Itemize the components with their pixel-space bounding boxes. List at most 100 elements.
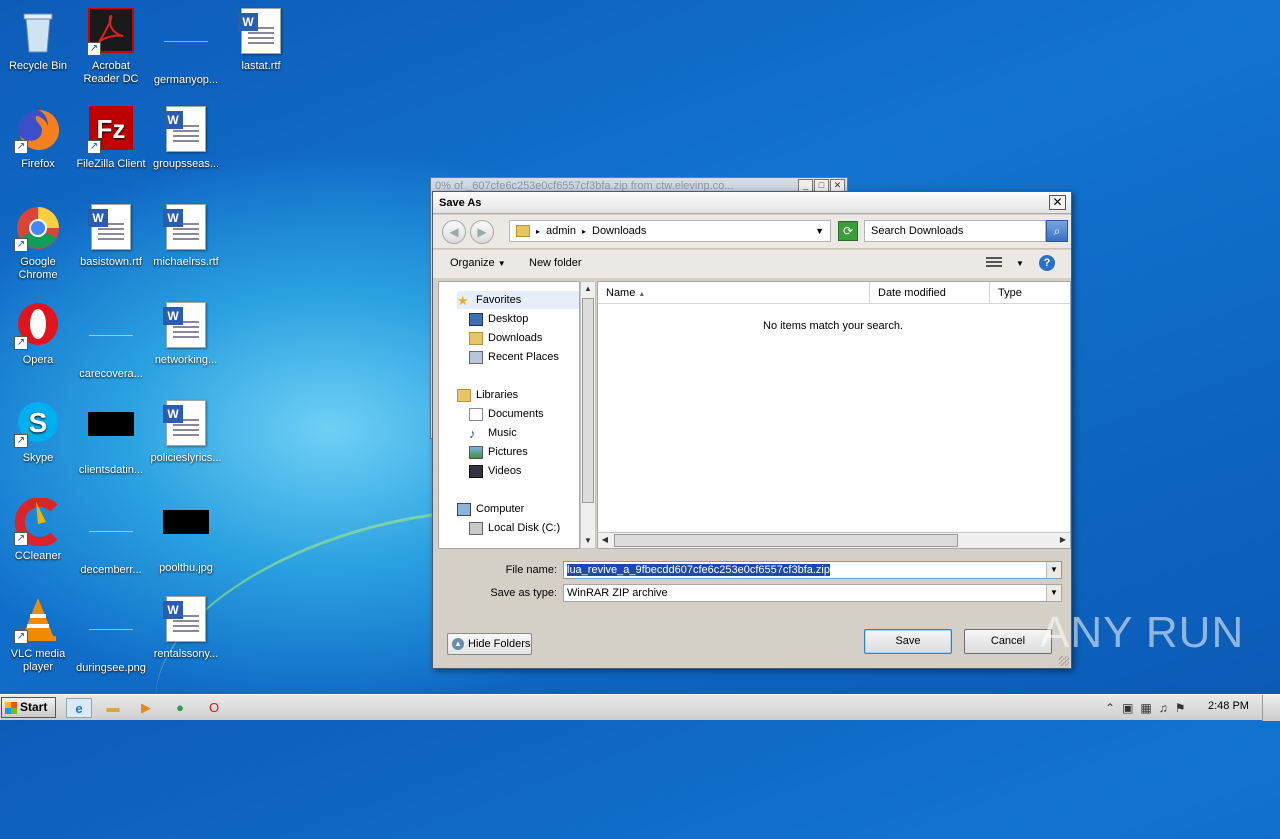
desktop-icon-ccleaner[interactable]: ↗ CCleaner [0, 497, 76, 563]
desktop-icon-decemberr[interactable]: decemberr... [73, 498, 149, 577]
desktop-icon-rentalssony[interactable]: W rentalssony... [148, 596, 224, 661]
network-icon[interactable]: ▦ [1140, 698, 1151, 718]
nav-favorites[interactable]: ★ Favorites [457, 291, 579, 309]
action-center-icon[interactable]: ▣ [1122, 698, 1133, 718]
breadcrumb[interactable]: ▸ admin ▸ Downloads ▼ [509, 220, 831, 242]
chevron-down-icon[interactable]: ▼ [1046, 562, 1061, 578]
help-icon[interactable]: ? [1039, 255, 1055, 271]
word-doc-icon: W [162, 204, 210, 252]
desktop-icon-germanyop[interactable]: germanyop... [148, 8, 224, 87]
volume-icon[interactable]: ♫ [1159, 698, 1168, 718]
view-options-icon[interactable] [986, 257, 1002, 269]
desktop-icon-chrome[interactable]: ↗ Google Chrome [0, 204, 76, 282]
desktop-icon-opera[interactable]: ↗ Opera [0, 302, 76, 367]
nav-label: Videos [488, 465, 522, 477]
nav-libraries[interactable]: Libraries [457, 386, 518, 404]
desktop-icon-vlc[interactable]: ↗ VLC media player [0, 596, 76, 674]
start-button[interactable]: Start [1, 697, 56, 718]
computer-icon [457, 502, 471, 516]
show-hidden-icons-icon[interactable]: ⌃ [1105, 698, 1115, 718]
filezilla-icon: Fz ↗ [87, 106, 135, 154]
file-list[interactable]: Name ▲ Date modified Type No items match… [597, 281, 1071, 549]
refresh-icon[interactable]: ⟳ [838, 221, 858, 241]
pictures-icon [469, 445, 483, 459]
organize-button[interactable]: Organize ▼ [450, 257, 506, 269]
flag-icon[interactable]: ⚑ [1175, 698, 1186, 718]
desktop-icon-label: duringsee.png [76, 662, 146, 674]
column-header-name[interactable]: Name ▲ [598, 282, 870, 304]
desktop-icon-label: FileZilla Client [76, 158, 146, 170]
nav-downloads[interactable]: Downloads [469, 329, 542, 347]
nav-pictures[interactable]: Pictures [469, 443, 528, 461]
chevron-down-icon[interactable]: ▼ [1016, 259, 1024, 268]
scroll-up-icon[interactable]: ▲ [581, 282, 595, 296]
hide-folders-button[interactable]: ▲ Hide Folders [447, 633, 532, 655]
desktop-icon-skype[interactable]: S ↗ Skype [0, 400, 76, 465]
shortcut-arrow-icon: ↗ [14, 238, 28, 252]
desktop-icon-networking[interactable]: W networking... [148, 302, 224, 367]
desktop-icon-poolthu[interactable]: poolthu.jpg [148, 498, 224, 575]
desktop-icon-acrobat[interactable]: ↗ Acrobat Reader DC [73, 7, 149, 86]
search-input[interactable]: Search Downloads [864, 220, 1046, 242]
scroll-down-icon[interactable]: ▼ [581, 534, 595, 548]
dialog-close-button[interactable]: ✕ [1049, 195, 1066, 210]
nav-desktop[interactable]: Desktop [469, 310, 528, 328]
nav-videos[interactable]: Videos [469, 462, 521, 480]
nav-music[interactable]: ♪ Music [469, 424, 517, 442]
word-doc-icon: W [162, 302, 210, 350]
column-header-date[interactable]: Date modified [870, 282, 990, 304]
media-player-icon[interactable]: ▶ [133, 698, 159, 718]
nav-recent-places[interactable]: Recent Places [469, 348, 559, 366]
desktop-icon-clientsdatin[interactable]: clientsdatin... [73, 400, 149, 477]
opera-taskbar-icon[interactable]: O [201, 698, 227, 718]
desktop-icon-label: VLC media player [10, 648, 66, 673]
desktop-icon-lastat[interactable]: W lastat.rtf [223, 8, 299, 73]
internet-explorer-icon[interactable]: e [66, 698, 92, 718]
file-list-scrollbar[interactable]: ◀ ▶ [598, 532, 1070, 548]
new-folder-button[interactable]: New folder [529, 257, 582, 269]
breadcrumb-admin[interactable]: admin [546, 225, 576, 237]
nav-local-disk[interactable]: Local Disk (C:) [469, 519, 560, 537]
chevron-down-icon[interactable]: ▼ [815, 226, 824, 236]
save-button[interactable]: Save [864, 629, 952, 654]
scroll-thumb[interactable] [582, 298, 594, 503]
image-file-icon [87, 412, 135, 460]
scroll-thumb[interactable] [614, 534, 958, 547]
breadcrumb-downloads[interactable]: Downloads [592, 225, 646, 237]
desktop-icon-groupsseas[interactable]: W groupsseas... [148, 106, 224, 171]
search-icon[interactable]: ⌕ [1046, 220, 1068, 242]
forward-arrow-icon[interactable]: ▶ [470, 220, 494, 244]
file-name-field[interactable]: lua_revive_a_9fbecdd607cfe6c253e0cf6557c… [563, 561, 1062, 579]
nav-scrollbar[interactable]: ▲ ▼ [580, 281, 596, 549]
file-explorer-icon[interactable]: ▬ [100, 698, 126, 718]
star-icon: ★ [457, 292, 469, 308]
blank-file-icon [87, 316, 135, 364]
nav-documents[interactable]: Documents [469, 405, 544, 423]
desktop-icon-filezilla[interactable]: Fz ↗ FileZilla Client [73, 106, 149, 171]
desktop-icon-recycle-bin[interactable]: Recycle Bin [0, 8, 76, 73]
desktop-icon-michaelrss[interactable]: W michaelrss.rtf [148, 204, 224, 269]
desktop-icon-label: CCleaner [14, 550, 62, 562]
column-header-type[interactable]: Type [990, 282, 1070, 304]
scroll-right-icon[interactable]: ▶ [1056, 533, 1070, 547]
desktop-icon-basistown[interactable]: W basistown.rtf [73, 204, 149, 269]
clock[interactable]: 2:48 PM [1208, 700, 1249, 712]
desktop-icon-firefox[interactable]: ↗ Firefox [0, 106, 76, 171]
show-desktop-button[interactable] [1262, 695, 1280, 721]
save-type-label: Save as type: [490, 587, 557, 599]
scroll-left-icon[interactable]: ◀ [598, 533, 612, 547]
desktop-icon-label: carecovera... [79, 368, 143, 380]
nav-computer[interactable]: Computer [457, 500, 524, 518]
chevron-down-icon[interactable]: ▼ [1046, 585, 1061, 601]
cancel-button[interactable]: Cancel [964, 629, 1052, 654]
chrome-taskbar-icon[interactable]: ● [167, 698, 193, 718]
save-type-select[interactable]: WinRAR ZIP archive ▼ [563, 584, 1062, 602]
desktop-icon-label: clientsdatin... [78, 464, 144, 476]
desktop-icon-policieslyrics[interactable]: W policieslyrics... [148, 400, 224, 465]
desktop-icon-duringsee[interactable]: duringsee.png [73, 596, 149, 675]
nav-label: Documents [488, 408, 544, 420]
desktop-icon-carecovera[interactable]: carecovera... [73, 302, 149, 381]
address-bar: ◀ ▶ ▸ admin ▸ Downloads ▼ ⟳ Search Downl… [433, 215, 1071, 249]
empty-message: No items match your search. [763, 320, 903, 332]
back-arrow-icon[interactable]: ◀ [442, 220, 466, 244]
